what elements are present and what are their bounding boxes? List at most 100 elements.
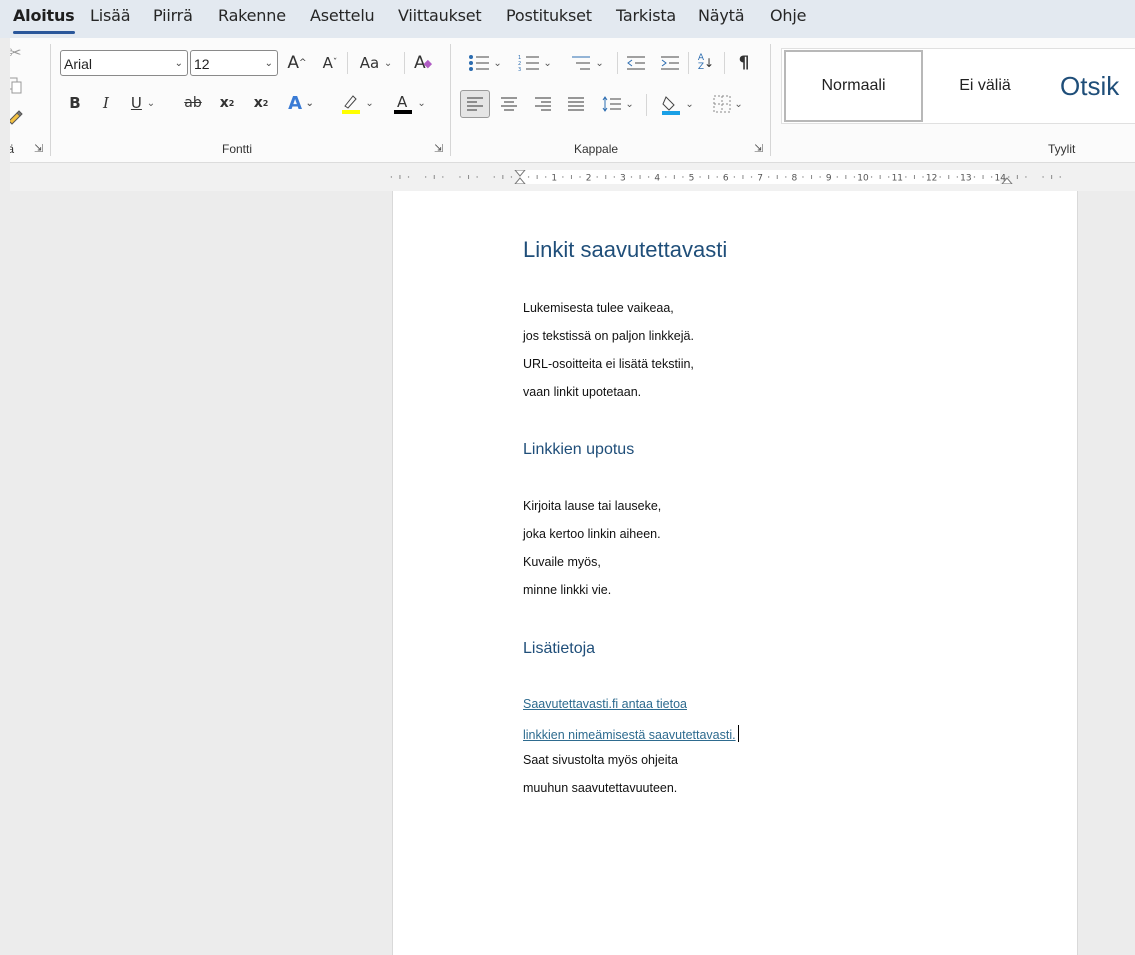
- subscript-icon[interactable]: x2: [216, 90, 238, 116]
- ruler-tick: [853, 176, 856, 178]
- ruler-tick: [733, 176, 736, 178]
- font-size-combo[interactable]: 12 ⌄: [190, 50, 278, 76]
- divider: [404, 52, 405, 74]
- paragraph-launcher-icon[interactable]: ⇲: [754, 142, 763, 155]
- style-otsikko[interactable]: Otsik: [1060, 50, 1135, 122]
- paragraph-line: Lukemisesta tulee vaikeaa,: [523, 301, 674, 315]
- ruler-tick: [647, 176, 650, 178]
- style-normaali[interactable]: Normaali: [784, 50, 923, 122]
- ruler-number: 11: [892, 174, 903, 184]
- center-icon[interactable]: [496, 90, 522, 118]
- ruler-tick: [442, 176, 444, 178]
- shading-icon[interactable]: ⌄: [656, 90, 698, 118]
- change-case-button[interactable]: Aa ⌄: [354, 50, 398, 76]
- font-group-label: Fontti: [222, 142, 253, 156]
- ruler-tick: [716, 176, 718, 178]
- tab-nayta[interactable]: Näytä: [698, 6, 745, 25]
- tab-piirra[interactable]: Piirrä: [153, 6, 193, 25]
- grow-font-icon[interactable]: A ^: [286, 50, 308, 76]
- line-spacing-icon[interactable]: ⌄: [598, 90, 638, 118]
- ruler-tick: [545, 176, 547, 178]
- ruler-number: 2: [586, 174, 592, 184]
- style-ei-valia[interactable]: Ei väliä: [925, 50, 1045, 122]
- tab-lisaa[interactable]: Lisää: [90, 6, 131, 25]
- tab-rakenne[interactable]: Rakenne: [218, 6, 286, 25]
- ruler-number: 6: [723, 174, 729, 184]
- superscript-icon[interactable]: x2: [250, 90, 272, 116]
- align-right-icon[interactable]: [530, 90, 556, 118]
- sort-icon[interactable]: A Z ↓: [694, 50, 718, 76]
- ruler-tick: [905, 176, 907, 178]
- bold-icon[interactable]: B: [66, 90, 84, 116]
- ruler-tick: [990, 176, 993, 178]
- ruler-tick: [476, 176, 478, 178]
- style-otsikko-label: Otsik: [1060, 70, 1120, 101]
- tab-postitukset[interactable]: Postitukset: [506, 6, 592, 25]
- heading-linkkien-upotus: Linkkien upotus: [523, 441, 635, 458]
- tab-asettelu[interactable]: Asettelu: [310, 6, 375, 25]
- ruler-tick: [1025, 176, 1027, 178]
- paragraph-line: muuhun saavutettavuuteen.: [523, 781, 678, 795]
- justify-icon[interactable]: [563, 90, 589, 118]
- font-color-icon[interactable]: A ⌄: [390, 90, 428, 116]
- show-marks-icon[interactable]: ¶: [732, 50, 756, 76]
- hyperlink[interactable]: Saavutettavasti.fi antaa tietoa: [523, 697, 687, 711]
- ruler-number: 4: [654, 174, 660, 184]
- ruler-tick: [819, 176, 821, 178]
- divider: [724, 52, 725, 74]
- tab-aloitus[interactable]: Aloitus: [13, 6, 75, 34]
- divider: [450, 44, 451, 156]
- ruler-tick: [870, 176, 873, 178]
- ruler-tick: [579, 176, 581, 178]
- divider: [347, 52, 348, 74]
- ruler-tick: [836, 176, 838, 178]
- tab-viittaukset[interactable]: Viittaukset: [398, 6, 482, 25]
- tab-tarkista[interactable]: Tarkista: [616, 6, 676, 25]
- ruler-tick: [1059, 176, 1061, 178]
- highlight-icon[interactable]: ⌄: [338, 90, 376, 116]
- ruler-number: 7: [757, 174, 763, 184]
- ruler-number: 1: [551, 174, 557, 184]
- ruler-tick: [939, 176, 941, 178]
- hyperlink[interactable]: linkkien nimeämisestä saavutettavasti.: [523, 728, 736, 742]
- clear-formatting-icon[interactable]: A ◆: [410, 50, 436, 76]
- tab-ohje[interactable]: Ohje: [770, 6, 806, 25]
- ruler-tick: [1008, 176, 1010, 178]
- style-normaali-label: Normaali: [821, 77, 886, 94]
- strikethrough-icon[interactable]: ab: [182, 90, 204, 116]
- numbering-icon[interactable]: 123 ⌄: [512, 50, 558, 76]
- svg-text:A: A: [397, 93, 408, 111]
- ruler-scale: 1 2 3 4 5 6 7 8 9 10 11 12 13 14: [390, 170, 1061, 184]
- ruler-tick: [1042, 176, 1044, 178]
- divider: [617, 52, 618, 74]
- ruler-number: 12: [926, 174, 937, 184]
- increase-indent-icon[interactable]: [658, 50, 682, 76]
- svg-text:3: 3: [518, 67, 521, 72]
- ruler-tick: [527, 176, 530, 178]
- text-cursor: [737, 725, 739, 742]
- font-name-combo[interactable]: Arial ⌄: [60, 50, 188, 76]
- paragraph-line: joka kertoo linkin aiheen.: [523, 527, 661, 541]
- ruler-tick: [973, 176, 976, 178]
- align-left-icon[interactable]: [460, 90, 490, 118]
- ruler-number: 8: [792, 174, 798, 184]
- underline-icon[interactable]: U ⌄: [128, 90, 158, 116]
- italic-icon[interactable]: I: [97, 90, 115, 116]
- ribbon-tabs: Aloitus Lisää Piirrä Rakenne Asettelu Vi…: [0, 0, 1135, 38]
- font-name-value: Arial: [64, 56, 93, 72]
- style-ei-valia-label: Ei väliä: [959, 77, 1011, 94]
- text-effects-icon[interactable]: A ⌄: [284, 90, 318, 116]
- ruler-tick: [956, 176, 959, 178]
- clipboard-launcher-icon[interactable]: ⇲: [34, 142, 43, 155]
- bullets-icon[interactable]: ⌄: [462, 50, 508, 76]
- document-page[interactable]: Linkit saavutettavasti Lukemisesta tulee…: [392, 191, 1078, 955]
- font-launcher-icon[interactable]: ⇲: [434, 142, 443, 155]
- shrink-font-icon[interactable]: Aˇ: [319, 50, 341, 76]
- multilevel-list-icon[interactable]: ⌄: [564, 50, 610, 76]
- link-line-2: linkkien nimeämisestä saavutettavasti.: [523, 725, 739, 742]
- divider: [770, 44, 771, 156]
- decrease-indent-icon[interactable]: [624, 50, 648, 76]
- borders-icon[interactable]: ⌄: [706, 90, 750, 118]
- ruler-tick: [767, 176, 770, 178]
- font-size-value: 12: [194, 56, 210, 72]
